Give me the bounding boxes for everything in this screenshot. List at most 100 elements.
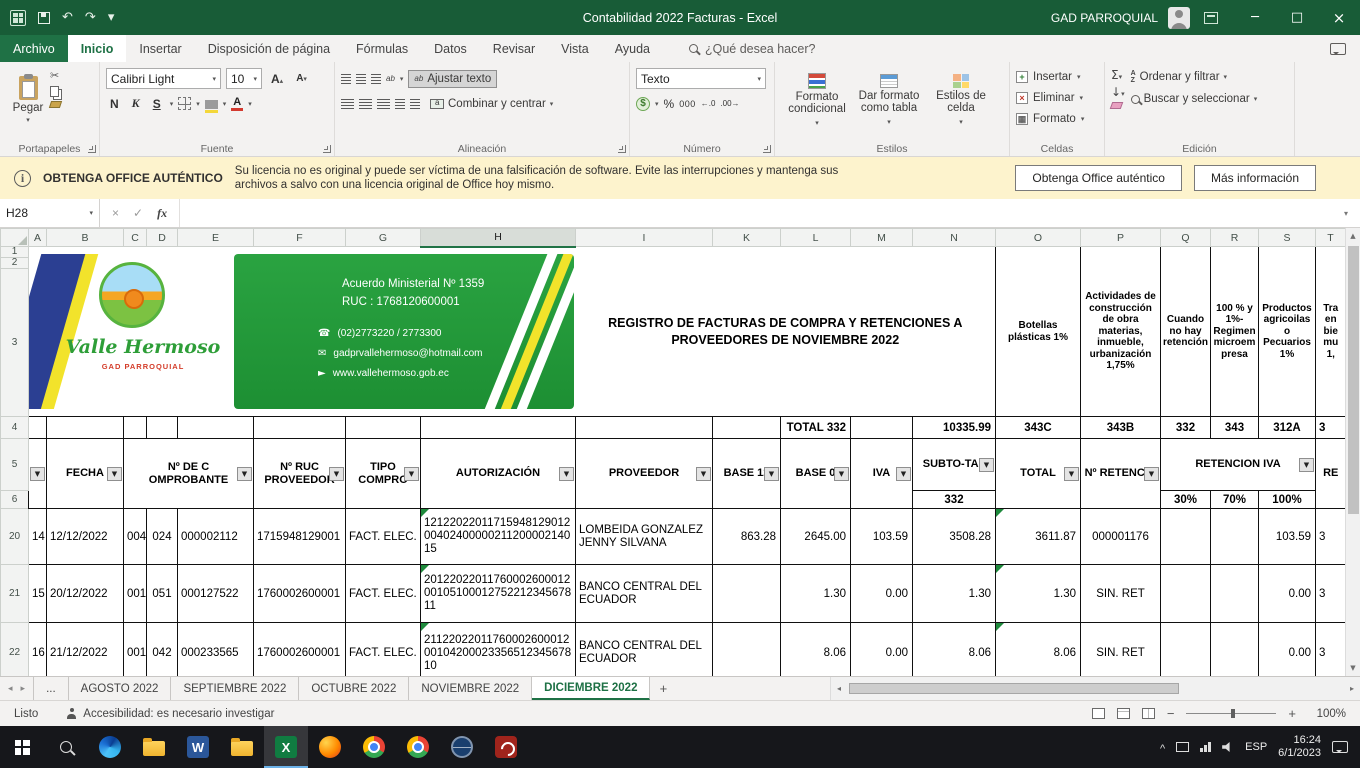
taskbar-word-button[interactable]: W: [176, 726, 220, 768]
grid-cell[interactable]: [851, 417, 913, 439]
grid-cell[interactable]: 10335.99: [913, 417, 996, 439]
grid-cell[interactable]: [576, 417, 713, 439]
undo-icon[interactable]: ↶: [62, 11, 73, 24]
grow-font-button[interactable]: A▴: [267, 71, 287, 87]
sheet-tab-octubre[interactable]: OCTUBRE 2022: [299, 677, 409, 700]
grid-cell[interactable]: Productos agricoilas o Pecuarios 1%: [1259, 247, 1316, 417]
tab-vista[interactable]: Vista: [548, 35, 602, 62]
header-image[interactable]: Valle Hermoso GAD PARROQUIAL Acuerdo Min…: [29, 254, 574, 410]
percent-style-button[interactable]: %: [664, 97, 675, 111]
grid-cell[interactable]: 2112202201176000260001200104200023356512…: [421, 623, 576, 677]
col-header[interactable]: D: [147, 229, 178, 247]
taskbar-file-explorer-button[interactable]: [132, 726, 176, 768]
col-header[interactable]: Q: [1161, 229, 1211, 247]
grid-cell[interactable]: [1211, 509, 1259, 565]
grid-cell[interactable]: 30%: [1161, 491, 1211, 509]
grid-cell[interactable]: 0.00: [1259, 623, 1316, 677]
grid-cell[interactable]: 1.30: [913, 565, 996, 623]
align-right-button[interactable]: [377, 99, 390, 109]
delete-cells-button[interactable]: × Eliminar ▾: [1016, 87, 1100, 108]
shrink-font-button[interactable]: A▾: [292, 72, 311, 85]
taskbar-chrome-button[interactable]: [352, 726, 396, 768]
zoom-out-icon[interactable]: −: [1167, 706, 1175, 721]
grid-cell[interactable]: 8.06: [996, 623, 1081, 677]
zoom-slider-thumb[interactable]: [1231, 709, 1235, 718]
taskbar-firefox-button[interactable]: [308, 726, 352, 768]
orientation-button[interactable]: ab: [386, 74, 395, 83]
number-format-select[interactable]: Texto▾: [636, 68, 766, 89]
grid-cell[interactable]: [713, 417, 781, 439]
grid-cell[interactable]: 0.00: [851, 623, 913, 677]
font-name-select[interactable]: Calibri Light▾: [106, 68, 221, 89]
sheet-tab-noviembre[interactable]: NOVIEMBRE 2022: [409, 677, 532, 700]
row-header[interactable]: 1: [1, 247, 29, 258]
grid-cell[interactable]: 100 % y 1%- Regimen microempresa: [1211, 247, 1259, 417]
grid-cell[interactable]: Nº RETENCIO▼: [1081, 439, 1161, 509]
grid-cell[interactable]: FECHA▼: [47, 439, 124, 509]
grid-cell[interactable]: 863.28: [713, 509, 781, 565]
col-header[interactable]: L: [781, 229, 851, 247]
grid-cell[interactable]: 21/12/2022: [47, 623, 124, 677]
taskbar-search-button[interactable]: [44, 726, 88, 768]
increase-decimal-button[interactable]: ←.0: [701, 99, 716, 108]
tray-network-icon[interactable]: [1200, 742, 1211, 752]
grid-cell[interactable]: 332: [1161, 417, 1211, 439]
taskbar-acrobat-button[interactable]: [484, 726, 528, 768]
borders-dropdown[interactable]: ▾: [196, 100, 200, 108]
align-center-button[interactable]: [359, 99, 372, 109]
horizontal-scrollbar[interactable]: ◂ ▸: [830, 677, 1360, 700]
grid-cell[interactable]: 2012202201176000260001200105100012752212…: [421, 565, 576, 623]
filter-dropdown[interactable]: ▼: [979, 458, 994, 472]
grid-cell[interactable]: LOMBEIDA GONZALEZ JENNY SILVANA: [576, 509, 713, 565]
sheet-tab-agosto[interactable]: AGOSTO 2022: [69, 677, 172, 700]
scroll-down-icon[interactable]: ▼: [1346, 660, 1360, 676]
filter-dropdown[interactable]: ▼: [1299, 458, 1314, 472]
grid-cell[interactable]: [47, 417, 124, 439]
grid-cell[interactable]: 343B: [1081, 417, 1161, 439]
grid-cell[interactable]: 1760002600001: [254, 623, 346, 677]
comma-style-button[interactable]: 000: [679, 99, 696, 109]
filter-dropdown[interactable]: ▼: [834, 467, 849, 481]
grid-cell[interactable]: BASE 12▼: [713, 439, 781, 509]
grid-cell[interactable]: [1211, 623, 1259, 677]
taskbar-edge-button[interactable]: [88, 726, 132, 768]
vertical-scroll-thumb[interactable]: [1348, 246, 1359, 514]
tab-archivo[interactable]: Archivo: [0, 35, 68, 62]
row-header[interactable]: 4: [1, 417, 29, 439]
scroll-up-icon[interactable]: ▲: [1346, 228, 1360, 244]
col-header[interactable]: G: [346, 229, 421, 247]
grid-cell[interactable]: 1760002600001: [254, 565, 346, 623]
grid-cell[interactable]: 343: [1211, 417, 1259, 439]
row-header[interactable]: 21: [1, 565, 29, 623]
fill-button[interactable]: ↓▾: [1111, 85, 1125, 99]
grid-cell[interactable]: TOTAL 332: [781, 417, 851, 439]
tray-display-icon[interactable]: [1176, 742, 1189, 752]
grid-cell[interactable]: 1.30: [996, 565, 1081, 623]
grid-cell[interactable]: 0.00: [1259, 565, 1316, 623]
grid-cell[interactable]: 8.06: [913, 623, 996, 677]
filter-dropdown[interactable]: ▼: [764, 467, 779, 481]
grid-cell[interactable]: AUTORIZACIÓN▼: [421, 439, 576, 509]
fill-color-button[interactable]: [205, 100, 218, 109]
align-bottom-button[interactable]: [371, 74, 381, 84]
grid-cell[interactable]: SUBTO-TAL▼: [913, 439, 996, 491]
grid-cell[interactable]: 001: [124, 623, 147, 677]
copy-button[interactable]: [50, 86, 59, 97]
grid-cell[interactable]: RETENCION IVA▼: [1161, 439, 1316, 491]
grid-cell[interactable]: IVA▼: [851, 439, 913, 509]
sheet-tab-septiembre[interactable]: SEPTIEMBRE 2022: [171, 677, 299, 700]
filter-dropdown[interactable]: ▼: [696, 467, 711, 481]
account-avatar[interactable]: [1168, 7, 1190, 29]
bold-button[interactable]: N: [106, 96, 123, 112]
page-layout-view-icon[interactable]: [1117, 708, 1130, 719]
sheet-nav-right-icon[interactable]: ▸: [21, 684, 26, 694]
tray-show-hidden-icons[interactable]: ^: [1160, 743, 1165, 755]
minimize-button[interactable]: ─: [1234, 0, 1276, 35]
normal-view-icon[interactable]: [1092, 708, 1105, 719]
align-left-button[interactable]: [341, 99, 354, 109]
tray-volume-icon[interactable]: [1222, 741, 1234, 753]
grid-cell[interactable]: 3: [1316, 623, 1346, 677]
format-cells-button[interactable]: ▦ Formato ▾: [1016, 108, 1100, 129]
redo-icon[interactable]: ↷: [85, 11, 96, 24]
grid-cell[interactable]: TOTAL▼: [996, 439, 1081, 509]
